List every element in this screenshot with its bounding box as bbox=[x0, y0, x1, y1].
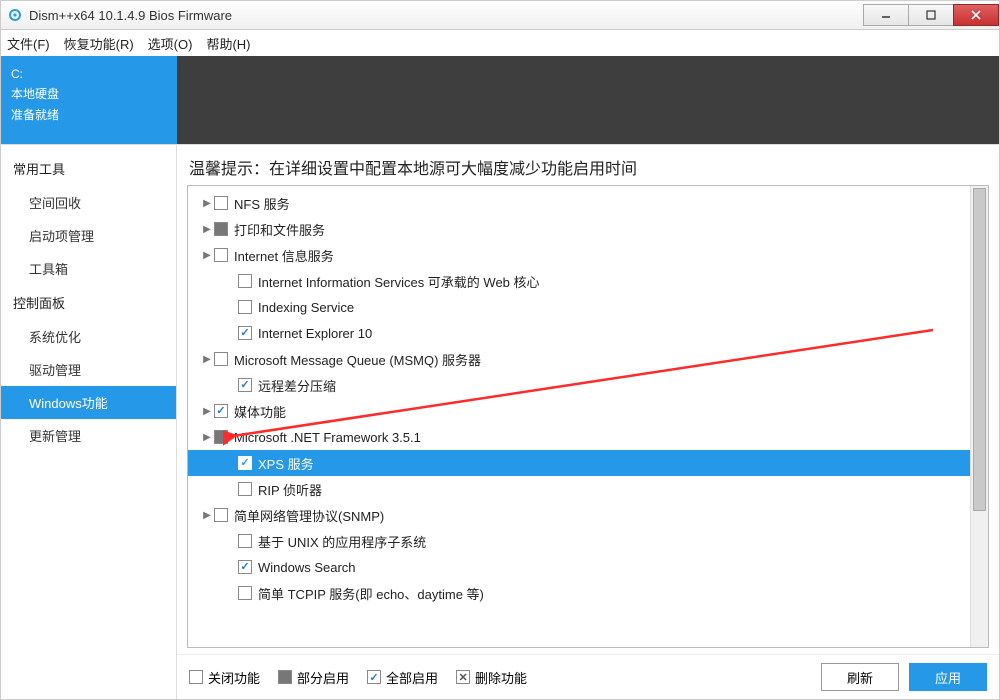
tree-item-winsearch[interactable]: ▶Windows Search bbox=[188, 554, 970, 580]
checkbox-icon[interactable] bbox=[238, 586, 252, 600]
checkbox-icon[interactable] bbox=[214, 222, 228, 236]
checkbox-icon[interactable] bbox=[214, 508, 228, 522]
sidebar: 常用工具 空间回收 启动项管理 工具箱 控制面板 系统优化 驱动管理 Windo… bbox=[1, 145, 177, 699]
menu-options[interactable]: 选项(O) bbox=[148, 34, 193, 53]
checkbox-icon[interactable] bbox=[214, 248, 228, 262]
tree-item-media[interactable]: ▶媒体功能 bbox=[188, 398, 970, 424]
tree-item-nfs[interactable]: ▶NFS 服务 bbox=[188, 190, 970, 216]
tree-item-iis[interactable]: ▶Internet 信息服务 bbox=[188, 242, 970, 268]
tree-item-iis-webcore[interactable]: ▶Internet Information Services 可承载的 Web … bbox=[188, 268, 970, 294]
tree-item-msmq[interactable]: ▶Microsoft Message Queue (MSMQ) 服务器 bbox=[188, 346, 970, 372]
sidebar-item-driver[interactable]: 驱动管理 bbox=[1, 353, 176, 386]
sidebar-item-toolbox[interactable]: 工具箱 bbox=[1, 252, 176, 285]
disk-card[interactable]: C: 本地硬盘 准备就绪 bbox=[1, 56, 177, 144]
scrollbar[interactable] bbox=[970, 186, 988, 647]
legend-bar: 关闭功能 部分启用 全部启用 删除功能 刷新 应用 bbox=[177, 654, 999, 699]
disk-type: 本地硬盘 bbox=[11, 84, 167, 104]
window-controls bbox=[864, 4, 999, 26]
tree-item-dotnet[interactable]: ▶Microsoft .NET Framework 3.5.1 bbox=[188, 424, 970, 450]
checkbox-icon[interactable] bbox=[238, 274, 252, 288]
checkbox-icon[interactable] bbox=[238, 378, 252, 392]
checkbox-icon[interactable] bbox=[238, 326, 252, 340]
menu-bar: 文件(F) 恢复功能(R) 选项(O) 帮助(H) bbox=[0, 30, 1000, 56]
legend-off: 关闭功能 bbox=[189, 668, 260, 687]
tree-item-print[interactable]: ▶打印和文件服务 bbox=[188, 216, 970, 242]
scrollbar-thumb[interactable] bbox=[973, 188, 986, 511]
checkbox-icon[interactable] bbox=[238, 300, 252, 314]
disk-banner: C: 本地硬盘 准备就绪 bbox=[1, 56, 999, 144]
tree-item-xps[interactable]: ▶XPS 服务 bbox=[188, 450, 970, 476]
checkbox-icon[interactable] bbox=[214, 196, 228, 210]
menu-help[interactable]: 帮助(H) bbox=[206, 34, 250, 53]
disk-dark-area bbox=[177, 56, 999, 144]
checkbox-icon[interactable] bbox=[214, 352, 228, 366]
sidebar-item-update[interactable]: 更新管理 bbox=[1, 419, 176, 452]
legend-on: 全部启用 bbox=[367, 668, 438, 687]
tree-item-unix[interactable]: ▶基于 UNIX 的应用程序子系统 bbox=[188, 528, 970, 554]
sidebar-item-startup[interactable]: 启动项管理 bbox=[1, 219, 176, 252]
app-icon bbox=[7, 7, 23, 23]
close-button[interactable] bbox=[953, 4, 999, 26]
sidebar-item-windows-features[interactable]: Windows功能 bbox=[1, 386, 176, 419]
disk-status: 准备就绪 bbox=[11, 105, 167, 125]
tip-text: 温馨提示：在详细设置中配置本地源可大幅度减少功能启用时间 bbox=[177, 145, 999, 185]
tree-item-ie10[interactable]: ▶Internet Explorer 10 bbox=[188, 320, 970, 346]
title-bar: Dism++x64 10.1.4.9 Bios Firmware bbox=[0, 0, 1000, 30]
checkbox-icon[interactable] bbox=[238, 560, 252, 574]
legend-del: 删除功能 bbox=[456, 668, 527, 687]
tree-item-snmp[interactable]: ▶简单网络管理协议(SNMP) bbox=[188, 502, 970, 528]
checkbox-icon[interactable] bbox=[214, 404, 228, 418]
apply-button[interactable]: 应用 bbox=[909, 663, 987, 691]
sidebar-item-space[interactable]: 空间回收 bbox=[1, 186, 176, 219]
sidebar-section-control: 控制面板 bbox=[1, 285, 176, 320]
maximize-button[interactable] bbox=[908, 4, 954, 26]
refresh-button[interactable]: 刷新 bbox=[821, 663, 899, 691]
legend-partial: 部分启用 bbox=[278, 668, 349, 687]
disk-drive: C: bbox=[11, 64, 167, 84]
tree-item-rdc[interactable]: ▶远程差分压缩 bbox=[188, 372, 970, 398]
tree-item-tcpip[interactable]: ▶简单 TCPIP 服务(即 echo、daytime 等) bbox=[188, 580, 970, 606]
tree-item-rip[interactable]: ▶RIP 侦听器 bbox=[188, 476, 970, 502]
checkbox-icon[interactable] bbox=[238, 534, 252, 548]
menu-file[interactable]: 文件(F) bbox=[7, 34, 50, 53]
checkbox-icon[interactable] bbox=[214, 430, 228, 444]
menu-restore[interactable]: 恢复功能(R) bbox=[64, 34, 134, 53]
checkbox-icon[interactable] bbox=[238, 456, 252, 470]
checkbox-icon[interactable] bbox=[238, 482, 252, 496]
minimize-button[interactable] bbox=[863, 4, 909, 26]
feature-tree: ▶NFS 服务 ▶打印和文件服务 ▶Internet 信息服务 ▶Interne… bbox=[187, 185, 989, 648]
tree-item-indexing[interactable]: ▶Indexing Service bbox=[188, 294, 970, 320]
sidebar-section-tools: 常用工具 bbox=[1, 151, 176, 186]
window-title: Dism++x64 10.1.4.9 Bios Firmware bbox=[29, 8, 232, 23]
sidebar-item-optimize[interactable]: 系统优化 bbox=[1, 320, 176, 353]
